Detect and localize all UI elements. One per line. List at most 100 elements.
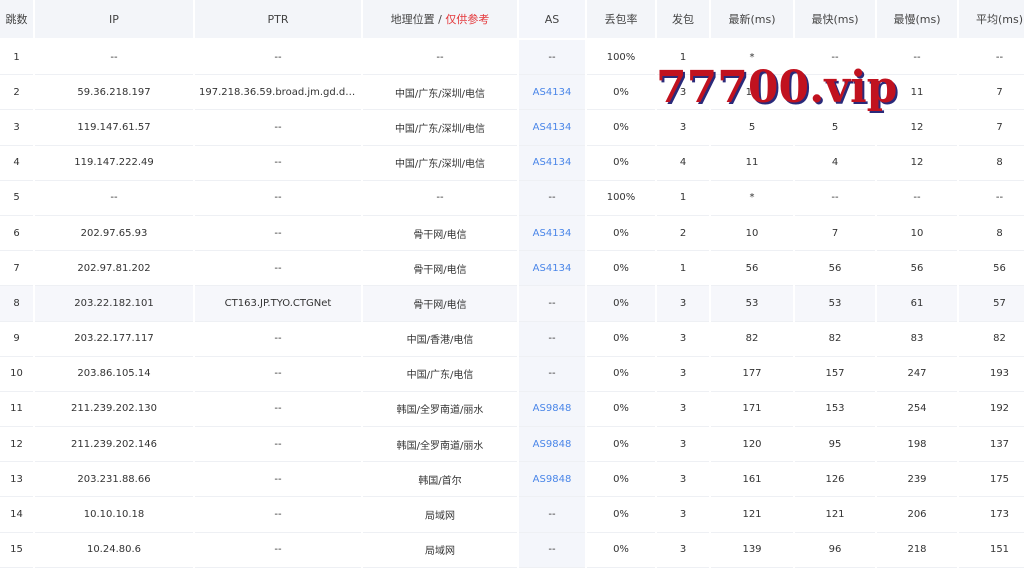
table-row: 5 -- -- -- -- 100% 1 * -- -- -- [0, 180, 1024, 216]
header-as: AS [519, 0, 585, 40]
cell-worst: 254 [877, 392, 957, 428]
cell-sent: 3 [657, 110, 709, 146]
cell-hop: 11 [0, 392, 33, 428]
cell-loss: 0% [587, 462, 655, 498]
cell-sent: 2 [657, 216, 709, 252]
cell-worst: 247 [877, 357, 957, 392]
cell-geo: 韩国/首尔 [363, 462, 517, 498]
cell-geo: 韩国/全罗南道/丽水 [363, 392, 517, 428]
cell-avg: 57 [959, 286, 1024, 322]
cell-ip: 202.97.81.202 [35, 251, 193, 287]
cell-ptr: -- [195, 216, 361, 252]
cell-ip: 203.231.88.66 [35, 462, 193, 498]
cell-hop: 8 [0, 286, 33, 322]
cell-hop: 5 [0, 181, 33, 216]
cell-geo: -- [363, 40, 517, 76]
cell-ptr: 197.218.36.59.broad.jm.gd.dy... [195, 75, 361, 111]
table-row: 15 10.24.80.6 -- 局域网 -- 0% 3 139 96 218 151 [0, 532, 1024, 568]
table-row: 6 202.97.65.93 -- 骨干网/电信 AS4134 0% 2 10 7 10 8 [0, 215, 1024, 252]
cell-best: -- [795, 40, 875, 76]
as-link[interactable]: AS4134 [533, 228, 572, 239]
cell-ptr: -- [195, 357, 361, 392]
cell-best: 157 [795, 357, 875, 392]
cell-as: -- [519, 532, 585, 568]
as-link[interactable]: AS4134 [533, 263, 572, 274]
cell-best: 96 [795, 533, 875, 568]
cell-worst: 83 [877, 322, 957, 357]
cell-best: 53 [795, 286, 875, 322]
cell-last: 171 [711, 392, 793, 428]
header-avg: 平均(ms) [959, 0, 1024, 40]
cell-last: * [711, 181, 793, 216]
cell-best: 126 [795, 462, 875, 498]
cell-geo: 韩国/全罗南道/丽水 [363, 427, 517, 463]
cell-hop: 14 [0, 497, 33, 533]
as-link[interactable]: AS9848 [533, 403, 572, 414]
table-row: 7 202.97.81.202 -- 骨干网/电信 AS4134 0% 1 56 56 56 56 [0, 251, 1024, 287]
table-row: 9 203.22.177.117 -- 中国/香港/电信 -- 0% 3 82 82 83 82 [0, 321, 1024, 357]
cell-last: 5 [711, 110, 793, 146]
header-geo: 地理位置 / 仅供参考 [363, 0, 517, 40]
cell-as: AS9848 [519, 391, 585, 428]
table-row: 14 10.10.10.18 -- 局域网 -- 0% 3 121 121 206 173 [0, 497, 1024, 533]
cell-ip: 203.86.105.14 [35, 357, 193, 392]
cell-worst: 239 [877, 462, 957, 498]
cell-ip: 10.24.80.6 [35, 533, 193, 568]
as-link[interactable]: AS4134 [533, 157, 572, 168]
cell-as: -- [519, 497, 585, 533]
cell-loss: 0% [587, 286, 655, 322]
cell-as: AS4134 [519, 215, 585, 252]
cell-loss: 100% [587, 181, 655, 216]
cell-ptr: -- [195, 533, 361, 568]
header-loss: 丢包率 [587, 0, 655, 40]
cell-hop: 13 [0, 462, 33, 498]
cell-avg: 151 [959, 533, 1024, 568]
cell-sent: 1 [657, 40, 709, 76]
cell-hop: 12 [0, 427, 33, 463]
cell-geo: 局域网 [363, 533, 517, 568]
cell-ptr: -- [195, 462, 361, 498]
cell-last: 139 [711, 533, 793, 568]
cell-worst: 11 [877, 75, 957, 111]
cell-worst: 56 [877, 251, 957, 287]
table-row: 10 203.86.105.14 -- 中国/广东/电信 -- 0% 3 177 157 247 1… [0, 356, 1024, 392]
as-link[interactable]: AS4134 [533, 87, 572, 98]
cell-ip: 211.239.202.146 [35, 427, 193, 463]
cell-loss: 0% [587, 251, 655, 287]
cell-worst: 206 [877, 497, 957, 533]
cell-geo: 骨干网/电信 [363, 286, 517, 322]
cell-last: 53 [711, 286, 793, 322]
header-worst: 最慢(ms) [877, 0, 957, 40]
table-row: 11 211.239.202.130 -- 韩国/全罗南道/丽水 AS9848 0% 3 17… [0, 391, 1024, 428]
cell-avg: 7 [959, 75, 1024, 111]
cell-hop: 3 [0, 110, 33, 146]
as-link[interactable]: AS9848 [533, 439, 572, 450]
cell-worst: 198 [877, 427, 957, 463]
cell-best: 82 [795, 322, 875, 357]
cell-avg: 175 [959, 462, 1024, 498]
cell-avg: 173 [959, 497, 1024, 533]
cell-geo: 局域网 [363, 497, 517, 533]
cell-last: 177 [711, 357, 793, 392]
table-row: 12 211.239.202.146 -- 韩国/全罗南道/丽水 AS9848 0% 3 12… [0, 427, 1024, 463]
as-link[interactable]: AS4134 [533, 122, 572, 133]
cell-sent: 3 [657, 462, 709, 498]
cell-loss: 100% [587, 40, 655, 76]
cell-sent: 4 [657, 146, 709, 181]
cell-last: 121 [711, 497, 793, 533]
header-best: 最快(ms) [795, 0, 875, 40]
table-row: 1 -- -- -- -- 100% 1 * -- -- -- [0, 40, 1024, 76]
header-ptr: PTR [195, 0, 361, 40]
table-row: 4 119.147.222.49 -- 中国/广东/深圳/电信 AS4134 0% 4 11 4… [0, 145, 1024, 181]
traceroute-table: 跳数 IP PTR 地理位置 / 仅供参考 AS 丢包率 发包 最新(ms) 最… [0, 0, 1024, 568]
as-link[interactable]: AS9848 [533, 474, 572, 485]
cell-avg: 8 [959, 146, 1024, 181]
cell-hop: 15 [0, 533, 33, 568]
cell-best: 121 [795, 497, 875, 533]
cell-avg: 137 [959, 427, 1024, 463]
cell-avg: 8 [959, 216, 1024, 252]
cell-worst: 12 [877, 110, 957, 146]
cell-ip: 211.239.202.130 [35, 392, 193, 428]
cell-hop: 2 [0, 75, 33, 111]
cell-loss: 0% [587, 497, 655, 533]
